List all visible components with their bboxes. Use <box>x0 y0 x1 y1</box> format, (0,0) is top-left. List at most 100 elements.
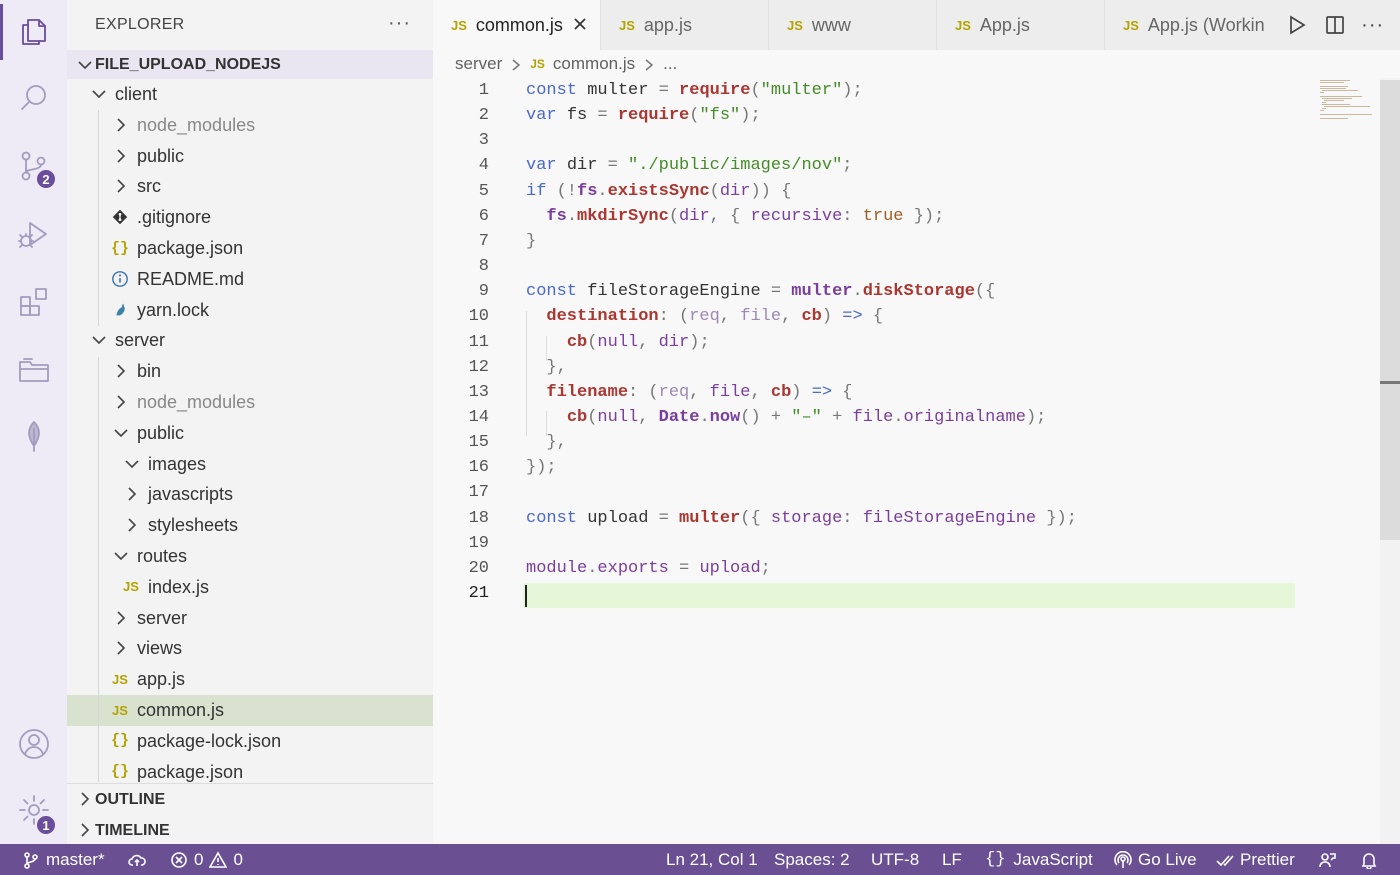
tab-app-js-client[interactable]: JS App.js <box>937 0 1105 50</box>
activity-bar: 2 1 <box>0 0 67 844</box>
feedback[interactable] <box>1318 844 1342 875</box>
language-mode[interactable]: {} JavaScript <box>985 844 1093 875</box>
tree-item-label: src <box>137 176 161 197</box>
code-token: , <box>750 382 771 402</box>
tree-folder[interactable]: node_modules <box>67 387 433 418</box>
account-icon[interactable] <box>0 714 67 774</box>
notifications[interactable] <box>1360 844 1384 875</box>
code-token: upload <box>587 508 659 528</box>
code-token: "multer" <box>760 81 843 100</box>
branch-status[interactable]: master* <box>22 844 105 875</box>
editor-actions: ··· <box>1270 0 1400 50</box>
tree-file[interactable]: JS common.js <box>67 695 433 726</box>
code-token: ( <box>587 332 598 352</box>
problems-status[interactable]: 0 0 <box>170 844 243 875</box>
scrollbar-thumb[interactable] <box>1380 80 1400 540</box>
tree-folder[interactable]: public <box>67 141 433 172</box>
code-text: }); <box>526 458 557 477</box>
indentation[interactable]: Spaces: 2 <box>774 844 850 875</box>
line-number: 3 <box>478 131 489 151</box>
js-file-icon: JS <box>1123 17 1139 33</box>
tree-file[interactable]: README.md <box>67 264 433 295</box>
tree-folder[interactable]: server <box>67 325 433 356</box>
code-token: . <box>566 206 578 226</box>
debug-icon[interactable] <box>0 204 67 264</box>
end-of-line[interactable]: LF <box>942 844 962 875</box>
code-token: , <box>638 407 659 427</box>
vertical-scrollbar[interactable] <box>1380 78 1400 844</box>
tree-folder[interactable]: public <box>67 418 433 449</box>
cursor-position[interactable]: Ln 21, Col 1 <box>666 844 758 875</box>
tree-file[interactable]: {} package-lock.json <box>67 726 433 757</box>
tab-app-js[interactable]: JS app.js <box>601 0 769 50</box>
breadcrumb-folder[interactable]: server <box>455 54 502 74</box>
breadcrumb-symbol[interactable]: ... <box>663 54 677 74</box>
tree-item-label: yarn.lock <box>137 299 210 320</box>
sync-status[interactable] <box>128 844 152 875</box>
cloud-upload-icon <box>128 854 146 866</box>
minimap[interactable] <box>1320 78 1380 128</box>
code-line: 13 filename: (req, file, cb) => { <box>433 380 1400 405</box>
code-token: = <box>658 508 680 528</box>
code-editor[interactable]: 1 const multer = require("multer"); 2 var f… <box>433 78 1400 844</box>
split-editor-icon[interactable] <box>1324 14 1346 36</box>
project-folder-header[interactable]: FILE_UPLOAD_NODEJS <box>67 50 433 79</box>
tab-www[interactable]: JS www <box>769 0 937 50</box>
line-number: 14 <box>468 407 489 427</box>
tree-folder[interactable]: javascripts <box>67 479 433 510</box>
search-icon[interactable] <box>0 68 67 128</box>
tree-item-label: views <box>137 638 183 659</box>
tab-common-js[interactable]: JS common.js <box>433 0 601 50</box>
tree-file[interactable]: {} package.json <box>67 233 433 264</box>
go-live[interactable]: Go Live <box>1114 844 1197 875</box>
tree-folder[interactable]: bin <box>67 356 433 387</box>
js-file-icon: JS <box>112 702 128 718</box>
code-token: req <box>689 307 720 327</box>
extensions-icon[interactable] <box>0 272 67 332</box>
tree-folder[interactable]: server <box>67 603 433 634</box>
run-icon[interactable] <box>1286 14 1308 36</box>
tree-folder[interactable]: views <box>67 633 433 664</box>
warning-icon <box>209 850 228 868</box>
folder-icon[interactable] <box>0 340 67 400</box>
more-actions-icon[interactable]: ··· <box>1361 14 1384 37</box>
tree-folder[interactable]: stylesheets <box>67 510 433 541</box>
tree-item-label: package.json <box>137 761 244 782</box>
more-actions-icon[interactable]: ··· <box>388 12 411 35</box>
code-text: var dir = "./public/images/nov"; <box>526 156 852 175</box>
code-text: destination: (req, file, cb) => { <box>526 307 883 326</box>
code-token: ); <box>689 332 710 352</box>
code-token: var <box>526 106 567 126</box>
tree-file[interactable]: JS index.js <box>67 572 433 603</box>
breadcrumb-file[interactable]: common.js <box>553 54 635 74</box>
tree-file[interactable]: yarn.lock <box>67 295 433 326</box>
tree-item-label: bin <box>137 361 162 382</box>
tree-item-label: server <box>137 607 188 628</box>
encoding[interactable]: UTF-8 <box>871 844 919 875</box>
tree-folder[interactable]: images <box>67 449 433 480</box>
tree-file[interactable]: .gitignore <box>67 202 433 233</box>
gear-icon[interactable]: 1 <box>0 780 67 840</box>
code-token: ({ <box>974 282 996 302</box>
info-file-icon <box>110 269 130 289</box>
close-icon[interactable] <box>572 16 588 32</box>
tree-file[interactable]: JS app.js <box>67 664 433 695</box>
js-file-icon: JS <box>530 57 545 71</box>
code-token: multer <box>587 81 659 100</box>
prettier[interactable]: Prettier <box>1216 844 1295 875</box>
source-control-icon[interactable]: 2 <box>0 136 67 196</box>
timeline-section[interactable]: TIMELINE <box>67 815 433 846</box>
explorer-title: EXPLORER <box>95 16 185 33</box>
leaf-icon[interactable] <box>0 406 67 466</box>
outline-section[interactable]: OUTLINE <box>67 784 433 815</box>
tree-folder[interactable]: client <box>67 79 433 110</box>
tree-folder[interactable]: node_modules <box>67 110 433 141</box>
files-icon[interactable] <box>0 2 67 62</box>
tab-app-js-working-tree[interactable]: JS App.js (Working Tree) <box>1105 0 1265 50</box>
bell-icon <box>1361 852 1377 869</box>
tree-file[interactable]: {} package.json <box>67 757 433 782</box>
code-token: file <box>709 382 751 402</box>
tree-folder[interactable]: src <box>67 171 433 202</box>
tree-folder[interactable]: routes <box>67 541 433 572</box>
